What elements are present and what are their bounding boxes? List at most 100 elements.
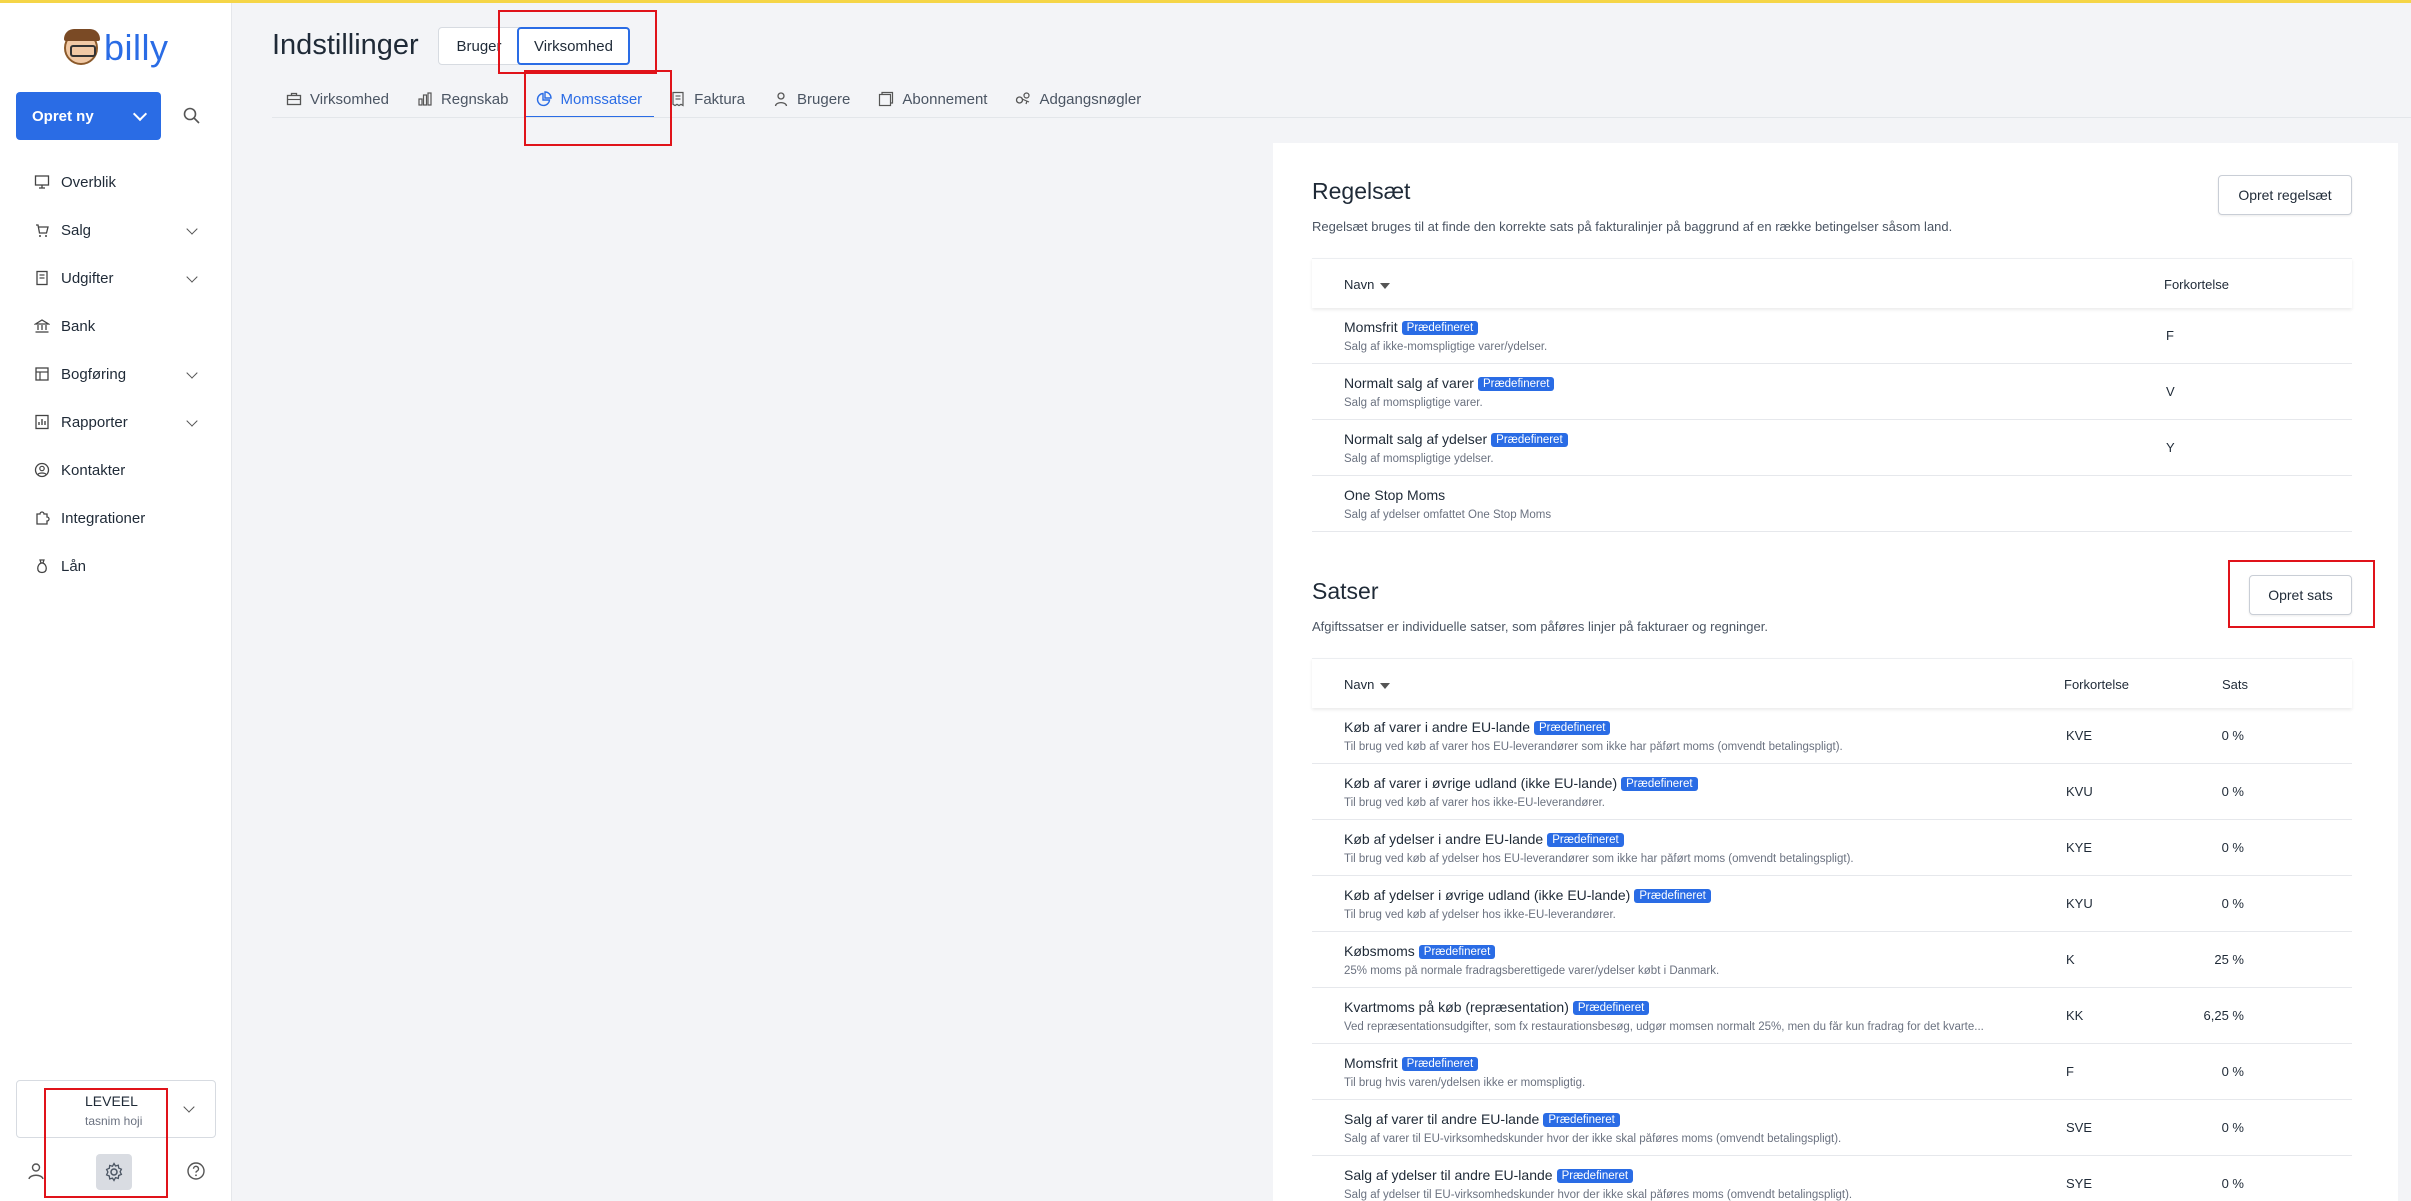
- row-abbreviation: KK: [2066, 1008, 2084, 1023]
- row-abbreviation: SVE: [2066, 1120, 2093, 1135]
- rulesets-table: Navn Forkortelse Momsfrit Prædefineret Sal…: [1312, 258, 2352, 532]
- search-icon[interactable]: [183, 107, 200, 124]
- row-name: Momsfrit Prædefineret: [1344, 319, 1479, 335]
- table-row[interactable]: Kvartmoms på køb (repræsentation) Prædefi…: [1312, 988, 2352, 1044]
- sidebar-item-label: Kontakter: [61, 461, 126, 479]
- row-name: Normalt salg af varer Prædefineret: [1344, 375, 1555, 391]
- col-header-navn[interactable]: Navn: [1344, 277, 1391, 292]
- rulesets-title: Regelsæt: [1312, 178, 1411, 204]
- chevron-down-icon: [186, 415, 198, 427]
- table-row[interactable]: Køb af varer i andre EU-lande Prædefinere…: [1312, 708, 2352, 764]
- keys-icon: [1016, 92, 1031, 105]
- chevron-down-icon: [186, 367, 198, 379]
- highlight-box-virksomhed: [498, 10, 657, 74]
- sidebar: billy Opret ny Overblik Salg Udgifter Ba…: [0, 3, 232, 1201]
- table-row[interactable]: Momsfrit Prædefineret Til brug hvis varen/…: [1312, 1044, 2352, 1100]
- tab-virksomhed[interactable]: Virksomhed: [272, 80, 403, 118]
- sidebar-item-kontakter[interactable]: Kontakter: [16, 446, 216, 494]
- tab-adgangsnogler[interactable]: Adgangsnøgler: [1001, 80, 1155, 118]
- tab-regnskab[interactable]: Regnskab: [403, 80, 523, 118]
- table-row[interactable]: Normalt salg af varer Prædefineret Salg af…: [1312, 364, 2352, 420]
- row-description: Til brug ved køb af ydelser hos EU-lever…: [1344, 853, 1854, 865]
- tab-abonnement[interactable]: Abonnement: [864, 80, 1001, 118]
- table-row[interactable]: Køb af varer i øvrige udland (ikke EU-la…: [1312, 764, 2352, 820]
- sidebar-item-label: Salg: [61, 221, 92, 239]
- tab-label: Virksomhed: [310, 90, 389, 108]
- help-icon[interactable]: [186, 1161, 206, 1181]
- row-rate: 6,25 %: [2203, 1008, 2244, 1023]
- billy-mascot-icon: [64, 29, 100, 65]
- table-row[interactable]: Normalt salg af ydelser Prædefineret Salg …: [1312, 420, 2352, 476]
- sidebar-item-rapporter[interactable]: Rapporter: [16, 398, 216, 446]
- sidebar-item-bank[interactable]: Bank: [16, 302, 216, 350]
- table-row[interactable]: One Stop Moms Salg af ydelser omfattet On…: [1312, 476, 2352, 532]
- row-description: Til brug ved køb af varer hos ikke-EU-le…: [1344, 797, 1605, 809]
- row-description: Salg af momspligtige ydelser.: [1344, 453, 1494, 465]
- predefined-badge: Prædefineret: [1533, 721, 1611, 735]
- table-row[interactable]: Salg af ydelser til andre EU-lande Prædef…: [1312, 1156, 2352, 1201]
- sidebar-item-udgifter[interactable]: Udgifter: [16, 254, 216, 302]
- bar-chart-icon: [418, 92, 432, 106]
- table-row[interactable]: Salg af varer til andre EU-lande Prædefin…: [1312, 1100, 2352, 1156]
- sidebar-item-lan[interactable]: Lån: [16, 542, 216, 590]
- table-row[interactable]: Køb af ydelser i andre EU-lande Prædefine…: [1312, 820, 2352, 876]
- row-name: One Stop Moms: [1344, 487, 1446, 503]
- report-icon: [35, 414, 49, 430]
- row-description: Salg af ydelser omfattet One Stop Moms: [1344, 509, 1552, 521]
- highlight-box-create-rate: [2228, 560, 2375, 628]
- col-header-navn[interactable]: Navn: [1344, 677, 1391, 692]
- row-rate: 0 %: [2221, 1120, 2244, 1135]
- row-name: Købsmoms Prædefineret: [1344, 943, 1496, 959]
- briefcase-icon: [286, 92, 302, 106]
- tab-brugere[interactable]: Brugere: [759, 80, 864, 118]
- user-icon: [774, 92, 788, 107]
- sidebar-item-overblik[interactable]: Overblik: [16, 158, 216, 206]
- create-ruleset-button[interactable]: Opret regelsæt: [2218, 175, 2352, 215]
- row-rate: 0 %: [2221, 784, 2244, 799]
- table-row[interactable]: Køb af ydelser i øvrige udland (ikke EU-…: [1312, 876, 2352, 932]
- top-accent-line: [0, 0, 2411, 3]
- cart-icon: [36, 224, 49, 237]
- puzzle-icon: [36, 511, 50, 525]
- money-bag-icon: [37, 559, 47, 574]
- predefined-badge: Prædefineret: [1634, 889, 1711, 903]
- chevron-down-icon: [183, 1101, 195, 1113]
- row-description: Salg af ikke-momspligtige varer/ydelser.: [1344, 341, 1548, 353]
- ledger-icon: [35, 367, 49, 381]
- row-abbreviation: K: [2066, 952, 2075, 967]
- sidebar-item-label: Overblik: [61, 173, 117, 191]
- tab-label: Faktura: [694, 90, 746, 108]
- sidebar-item-bogforing[interactable]: Bogføring: [16, 350, 216, 398]
- sidebar-item-label: Bogføring: [61, 365, 127, 383]
- row-name: Køb af varer i øvrige udland (ikke EU-la…: [1344, 775, 1698, 791]
- table-row[interactable]: Momsfrit Prædefineret Salg af ikke-momspli…: [1312, 308, 2352, 364]
- row-abbreviation: KYE: [2066, 840, 2093, 855]
- receipt-icon: [36, 270, 48, 286]
- create-new-button[interactable]: Opret ny: [16, 92, 161, 140]
- highlight-box-momssatser: [524, 70, 672, 146]
- sidebar-item-label: Udgifter: [61, 269, 114, 287]
- billy-logo[interactable]: billy: [64, 27, 169, 69]
- user-profile-icon[interactable]: [26, 1161, 46, 1181]
- page-title: Indstillinger: [272, 29, 419, 61]
- predefined-badge: Prædefineret: [1547, 833, 1624, 847]
- row-rate: 0 %: [2221, 896, 2244, 911]
- rates-title: Satser: [1312, 578, 1379, 604]
- row-name: Kvartmoms på køb (repræsentation) Prædefi…: [1344, 999, 1650, 1015]
- table-row[interactable]: Købsmoms Prædefineret 25% moms på normale …: [1312, 932, 2352, 988]
- tab-label: Regnskab: [440, 90, 509, 108]
- row-abbreviation: F: [2166, 328, 2174, 343]
- create-new-label: Opret ny: [32, 107, 94, 125]
- sidebar-item-integrationer[interactable]: Integrationer: [16, 494, 216, 542]
- row-abbreviation: KVU: [2066, 784, 2093, 799]
- rates-description: Afgiftssatser er individuelle satser, so…: [1312, 619, 1768, 634]
- col-header-forkortelse[interactable]: Forkortelse: [2064, 677, 2129, 692]
- sidebar-item-salg[interactable]: Salg: [16, 206, 216, 254]
- sort-desc-icon: [1380, 682, 1391, 689]
- col-header-sats[interactable]: Sats: [2222, 677, 2248, 692]
- predefined-badge: Prædefineret: [1401, 1057, 1479, 1071]
- col-header-forkortelse[interactable]: Forkortelse: [2164, 277, 2229, 292]
- row-rate: 0 %: [2221, 1176, 2244, 1191]
- row-abbreviation: KVE: [2066, 728, 2093, 743]
- predefined-badge: Prædefineret: [1543, 1113, 1620, 1127]
